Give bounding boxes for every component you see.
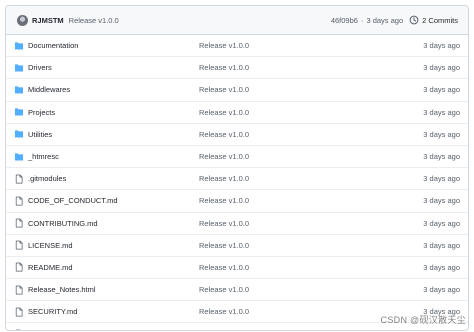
file-commit-time: 3 days ago — [423, 330, 460, 331]
clock-icon — [409, 15, 419, 25]
file-row[interactable]: Middlewares Release v1.0.0 3 days ago — [6, 78, 468, 100]
file-commit-time: 3 days ago — [423, 196, 460, 206]
file-list: Documentation Release v1.0.0 3 days ago Dri… — [6, 35, 468, 331]
commit-time: 3 days ago — [366, 15, 404, 25]
folder-icon — [14, 108, 24, 116]
file-name-link[interactable]: CODE_OF_CONDUCT.md — [28, 196, 118, 205]
folder-icon — [14, 41, 24, 50]
file-name-link[interactable]: Utilities — [28, 130, 52, 139]
file-commit-message[interactable]: Release v1.0.0 — [199, 63, 249, 72]
file-commit-time: 3 days ago — [423, 129, 460, 139]
file-icon — [15, 263, 23, 272]
file-row[interactable]: _htmresc Release v1.0.0 3 days ago — [6, 144, 468, 167]
file-commit-message[interactable]: Release v1.0.0 — [199, 307, 249, 316]
file-commit-time: 3 days ago — [423, 218, 460, 228]
file-commit-time: 3 days ago — [423, 85, 460, 95]
file-commit-message[interactable]: Release v1.0.0 — [199, 85, 249, 94]
folder-icon — [14, 130, 24, 138]
commit-message[interactable]: Release v1.0.0 — [69, 16, 119, 25]
file-icon — [15, 329, 21, 330]
file-row[interactable]: .gitmodules Release v1.0.0 3 days ago — [6, 167, 468, 189]
file-commit-time: 3 days ago — [423, 63, 460, 73]
folder-icon — [14, 86, 24, 94]
folder-icon — [14, 64, 24, 72]
latest-commit-bar: RJMSTM Release v1.0.0 46f09b6 · 3 days a… — [6, 6, 468, 35]
file-commit-message[interactable]: Release v1.0.0 — [199, 174, 249, 183]
file-commit-time: 3 days ago — [423, 41, 460, 51]
folder-icon — [14, 152, 24, 161]
file-browser: RJMSTM Release v1.0.0 46f09b6 · 3 days a… — [5, 5, 469, 331]
watermark: CSDN @砚汉散天尘 — [380, 315, 466, 325]
file-commit-message[interactable]: Release v1.0.0 — [199, 241, 249, 250]
file-name-link[interactable]: Middlewares — [28, 85, 70, 94]
file-commit-time: 3 days ago — [423, 240, 460, 250]
file-name-link[interactable]: Documentation — [28, 41, 78, 50]
file-name-link[interactable]: CONTRIBUTING.md — [28, 219, 98, 228]
file-icon — [15, 285, 23, 295]
file-row[interactable]: Documentation Release v1.0.0 3 days ago — [6, 35, 468, 56]
file-row[interactable]: README.md Release v1.0.0 3 days ago — [6, 255, 468, 278]
file-commit-message[interactable]: Release v1.0.0 — [199, 196, 249, 205]
file-commit-message[interactable]: Release v1.0.0 — [199, 130, 249, 139]
file-icon — [15, 218, 23, 228]
commit-author[interactable]: RJMSTM — [32, 16, 64, 25]
file-row[interactable]: Drivers Release v1.0.0 3 days ago — [6, 56, 468, 78]
avatar[interactable] — [17, 14, 28, 26]
commit-separator: · — [360, 15, 364, 25]
file-icon — [15, 240, 23, 250]
file-name-link[interactable]: README.md — [28, 263, 73, 272]
file-commit-time: 3 days ago — [423, 107, 460, 117]
file-name-link[interactable]: Drivers — [28, 63, 52, 72]
file-name-link[interactable]: SECURITY.md — [28, 307, 77, 316]
file-commit-message[interactable]: Release v1.0.0 — [199, 152, 249, 161]
file-commit-message[interactable]: Release v1.0.0 — [199, 108, 249, 117]
file-commit-time: 3 days ago — [423, 152, 460, 162]
file-name-link[interactable]: package.xml — [28, 330, 70, 331]
commit-hash[interactable]: 46f09b6 — [331, 16, 358, 25]
file-name-link[interactable]: Projects — [28, 108, 55, 117]
commits-count-link[interactable]: 2 Commits — [422, 16, 458, 25]
file-row[interactable]: CONTRIBUTING.md Release v1.0.0 3 days ago — [6, 211, 468, 234]
file-commit-message[interactable]: Release v1.0.0 — [199, 41, 249, 50]
file-name-link[interactable]: LICENSE.md — [28, 241, 73, 250]
file-icon — [15, 174, 23, 184]
file-row[interactable]: LICENSE.md Release v1.0.0 3 days ago — [6, 233, 468, 256]
file-name-link[interactable]: .gitmodules — [28, 174, 66, 183]
file-row[interactable]: Utilities Release v1.0.0 3 days ago — [6, 122, 468, 145]
file-row[interactable]: Release_Notes.html Release v1.0.0 3 days a… — [6, 278, 468, 300]
commit-meta: 46f09b6 · 3 days ago 2 Commits — [331, 15, 458, 25]
file-icon — [15, 307, 23, 317]
file-commit-message[interactable]: Release v1.0.0 — [199, 219, 249, 228]
file-commit-message[interactable]: Release v1.0.0 — [199, 330, 249, 331]
file-row[interactable]: CODE_OF_CONDUCT.md Release v1.0.0 3 days a… — [6, 189, 468, 211]
file-commit-message[interactable]: Release v1.0.0 — [199, 263, 249, 272]
file-name-link[interactable]: Release_Notes.html — [28, 285, 96, 294]
file-name-link[interactable]: _htmresc — [28, 152, 59, 161]
file-row[interactable]: Projects Release v1.0.0 3 days ago — [6, 100, 468, 123]
file-commit-time: 3 days ago — [423, 174, 460, 184]
file-commit-time: 3 days ago — [423, 262, 460, 272]
file-commit-time: 3 days ago — [423, 285, 460, 295]
file-commit-message[interactable]: Release v1.0.0 — [199, 285, 249, 294]
file-icon — [15, 196, 23, 206]
